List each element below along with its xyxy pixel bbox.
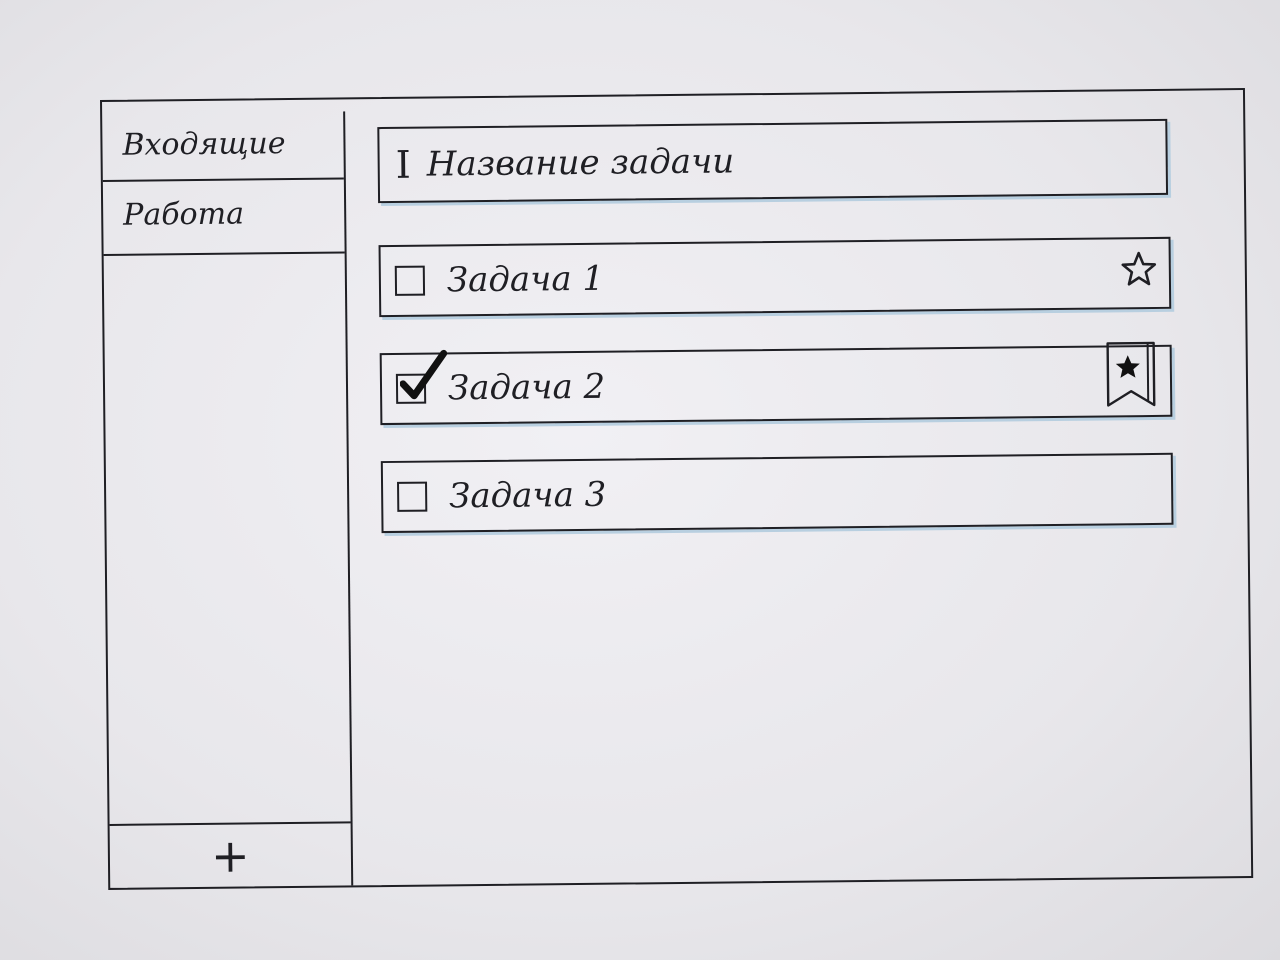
new-task-input[interactable]: I Название задачи [377,118,1169,204]
new-task-placeholder: Название задачи [426,141,735,185]
task-panel: I Название задачи Задача 1 Задача 2 Зада… [345,90,1251,885]
sidebar-item-work[interactable]: Работа [102,179,345,256]
task-checkbox[interactable] [397,481,428,512]
checkmark-icon [399,349,448,400]
sidebar: Входящие Работа + [102,111,354,888]
sidebar-item-label: Работа [123,196,245,233]
sidebar-item-label: Входящие [122,126,286,163]
plus-icon: + [210,828,250,883]
task-checkbox[interactable] [395,349,448,404]
task-row[interactable]: Задача 2 [379,341,1173,426]
task-label: Задача 1 [446,258,605,301]
task-row[interactable]: Задача 3 [380,452,1174,534]
sidebar-item-inbox[interactable]: Входящие [102,111,344,182]
task-checkbox[interactable] [394,265,426,296]
star-outline-icon[interactable] [1119,249,1159,289]
bookmark-star-icon[interactable] [1104,341,1159,414]
paper-background: Входящие Работа + I Название задачи Зада… [0,0,1280,960]
task-label: Задача 3 [448,474,607,517]
app-window: Входящие Работа + I Название задачи Зада… [100,88,1254,890]
add-list-button[interactable]: + [109,821,352,888]
task-label: Задача 2 [447,366,606,409]
text-cursor-icon: I [395,142,411,187]
task-row[interactable]: Задача 1 [378,236,1172,318]
